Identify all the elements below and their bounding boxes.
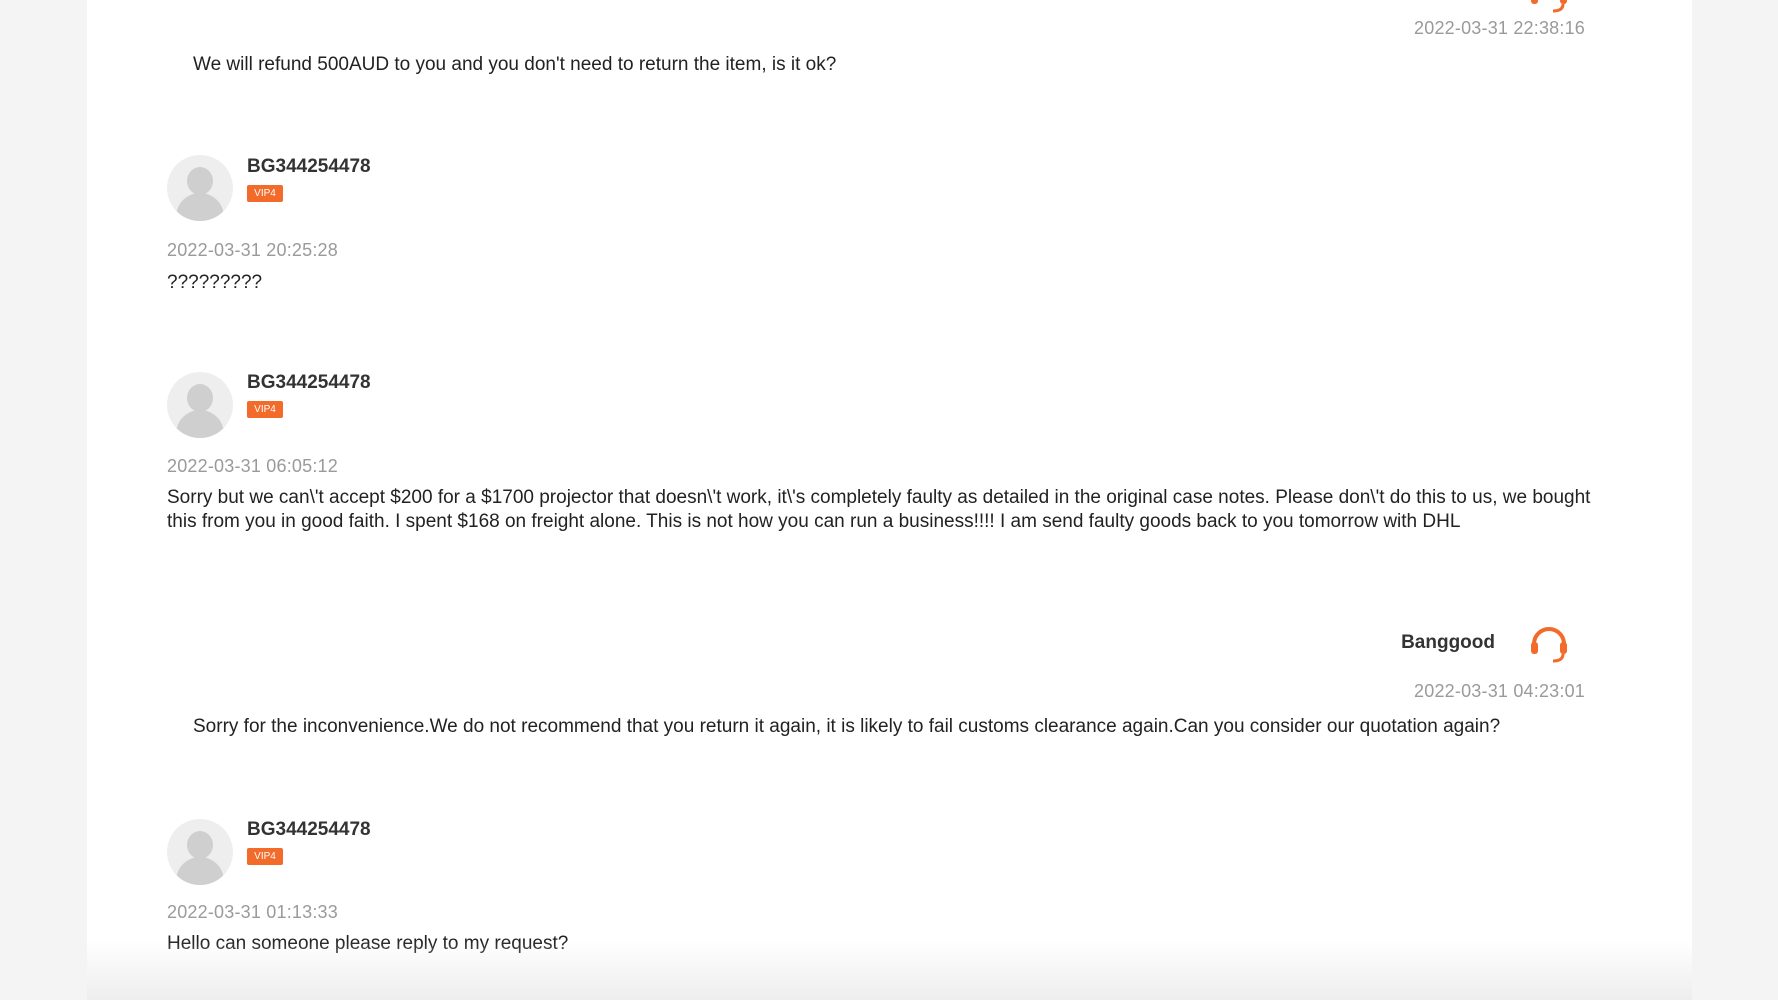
username: BG344254478: [247, 156, 371, 177]
message-timestamp: 2022-03-31 04:23:01: [1414, 681, 1585, 701]
message-timestamp: 2022-03-31 01:13:33: [167, 902, 338, 922]
vip-badge: VIP4: [247, 848, 283, 865]
headset-icon: [1531, 627, 1567, 663]
username: BG344254478: [247, 372, 371, 393]
message-timestamp: 2022-03-31 20:25:28: [167, 240, 338, 260]
message-timestamp: 2022-03-31 06:05:12: [167, 456, 338, 476]
vip-badge: VIP4: [247, 185, 283, 202]
user-message-text: Sorry but we can\'t accept $200 for a $1…: [167, 487, 1591, 532]
staff-message-text: Sorry for the inconvenience.We do not re…: [193, 716, 1501, 737]
user-message-text: ?????????: [167, 272, 263, 293]
staff-message-text: We will refund 500AUD to you and you don…: [193, 54, 837, 75]
conversation-panel: 2022-03-31 22:38:16 We will refund 500AU…: [87, 0, 1692, 1000]
message-timestamp: 2022-03-31 22:38:16: [1414, 18, 1585, 38]
bottom-fade: [87, 940, 1692, 1000]
headset-icon: [1531, 0, 1567, 13]
staff-name: Banggood: [1401, 632, 1495, 653]
user-avatar-icon: [167, 155, 233, 221]
user-avatar-icon: [167, 372, 233, 438]
username: BG344254478: [247, 819, 371, 840]
vip-badge: VIP4: [247, 401, 283, 418]
user-avatar-icon: [167, 819, 233, 885]
